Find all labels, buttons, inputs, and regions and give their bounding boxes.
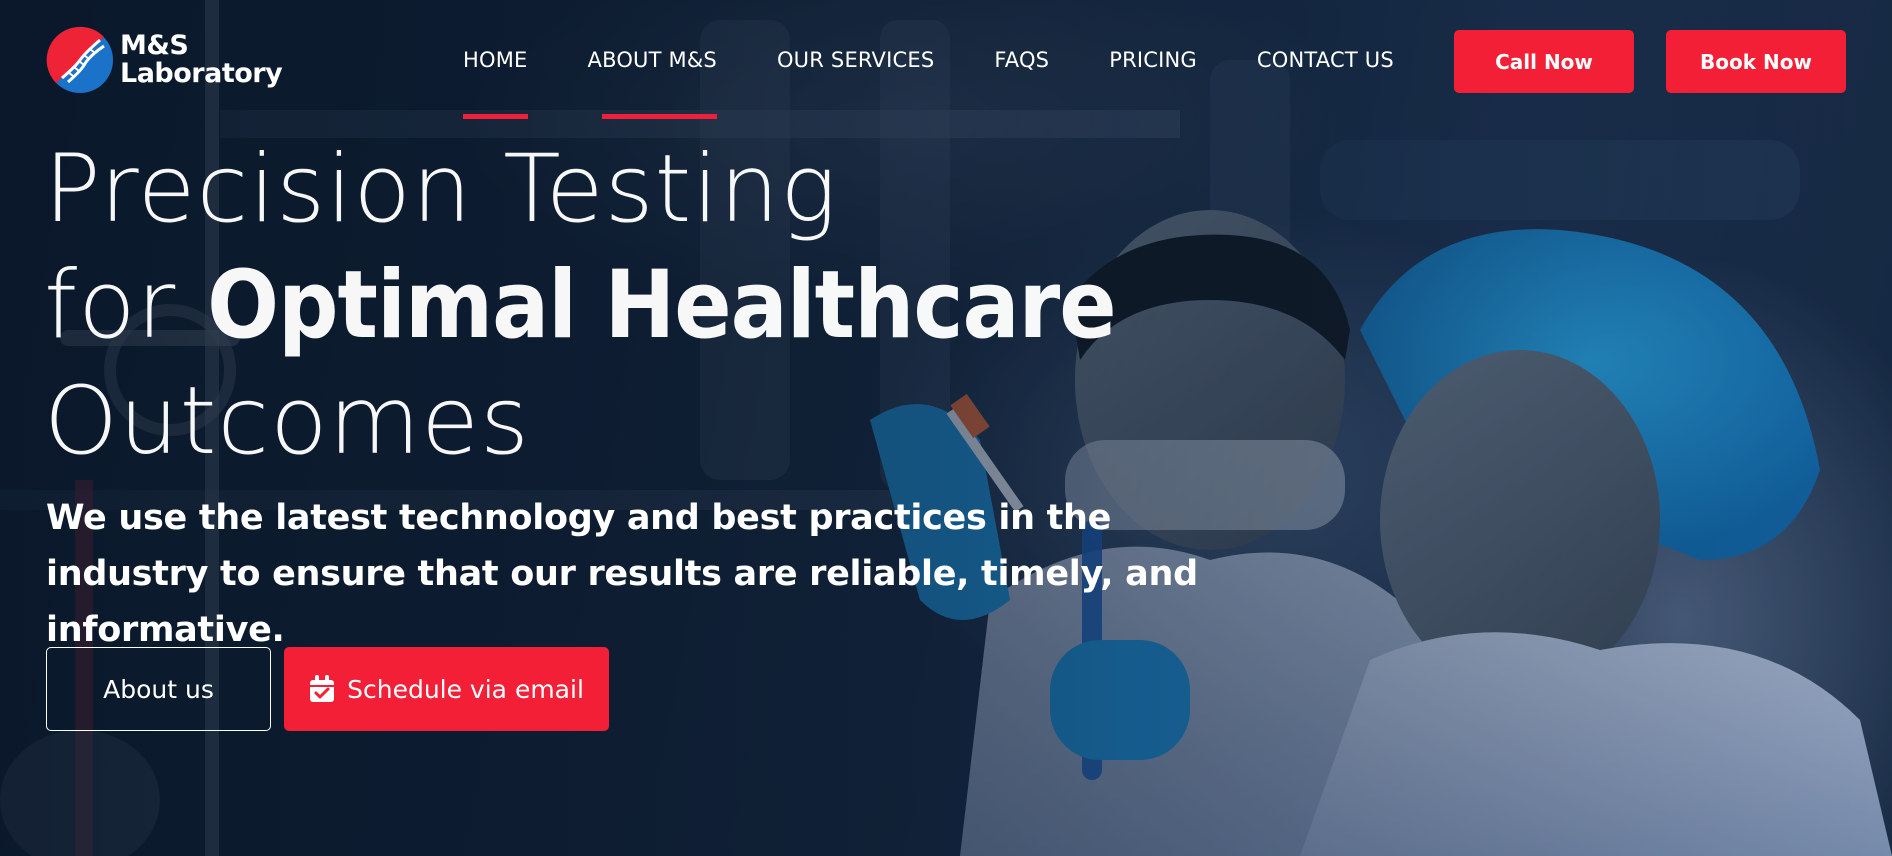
brand-name-line2: Laboratory [120, 58, 283, 89]
hero-subtext-line2: industry to ensure that our results are … [46, 554, 1198, 650]
nav-item-home[interactable]: HOME [463, 48, 528, 119]
hero-headline: Precision Testing for Optimal Healthcare… [44, 132, 1117, 480]
nav-item-about[interactable]: ABOUT M&S [588, 48, 718, 119]
nav-item-contact[interactable]: CONTACT US [1257, 48, 1394, 72]
brand-name: M&S Laboratory [120, 30, 283, 89]
about-us-button[interactable]: About us [46, 647, 271, 731]
nav-item-services[interactable]: OUR SERVICES [777, 48, 934, 72]
hero-subtext: We use the latest technology and best pr… [46, 490, 1306, 658]
headline-line2: for Optimal Healthcare [44, 248, 1117, 364]
nav-item-pricing[interactable]: PRICING [1109, 48, 1197, 72]
headline-line2-bold: Optimal Healthcare [207, 251, 1116, 360]
call-now-button[interactable]: Call Now [1454, 30, 1634, 93]
dna-helix-icon [46, 26, 113, 93]
schedule-email-label: Schedule via email [347, 674, 584, 704]
headline-line2-prefix: for [44, 251, 208, 360]
nav-item-faqs[interactable]: FAQS [994, 48, 1049, 72]
headline-line1: Precision Testing [44, 135, 838, 244]
book-now-button[interactable]: Book Now [1666, 30, 1846, 93]
main-nav: HOME ABOUT M&S OUR SERVICES FAQS PRICING… [463, 48, 1454, 119]
hero-section: M&S Laboratory HOME ABOUT M&S OUR SERVIC… [0, 0, 1892, 856]
headline-line3: Outcomes [44, 367, 530, 476]
calendar-check-icon [310, 675, 335, 702]
brand-logo[interactable]: M&S Laboratory [46, 26, 283, 94]
schedule-email-button[interactable]: Schedule via email [284, 647, 609, 731]
hero-subtext-line1: We use the latest technology and best pr… [46, 498, 1112, 538]
brand-name-line1: M&S [120, 30, 189, 61]
